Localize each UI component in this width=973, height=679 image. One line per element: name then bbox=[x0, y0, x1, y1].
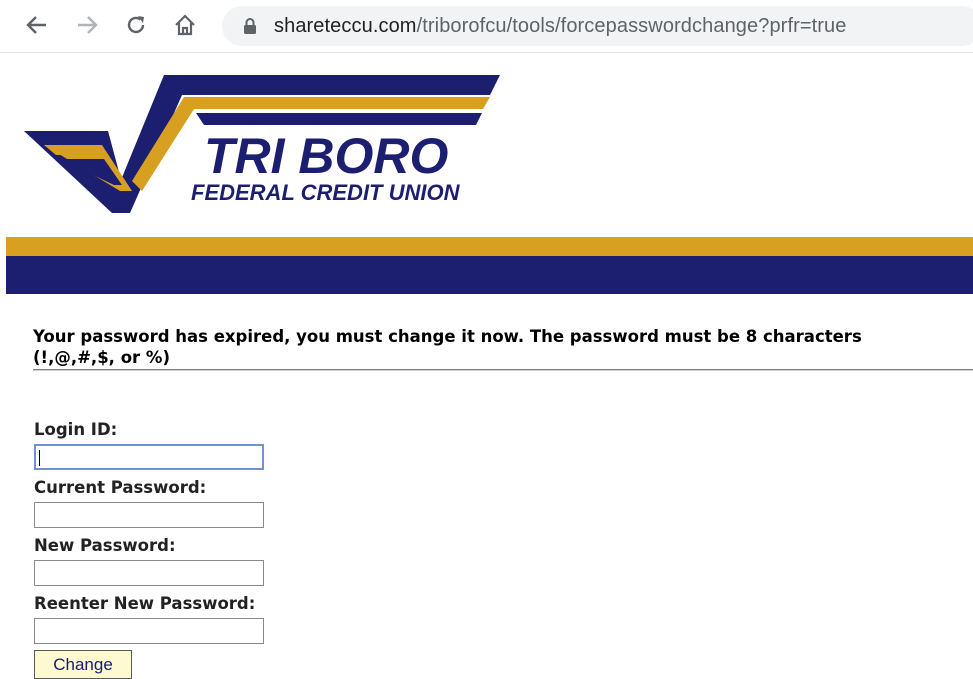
current-password-label: Current Password: bbox=[34, 478, 207, 497]
tri-boro-logo: TRI BORO FEDERAL CREDIT UNION bbox=[24, 75, 500, 213]
logo-name-line2: FEDERAL CREDIT UNION bbox=[191, 180, 461, 205]
back-button[interactable] bbox=[22, 10, 52, 40]
password-change-form: Login ID: Current Password: New Password… bbox=[34, 418, 264, 679]
page-content: TRI BORO FEDERAL CREDIT UNION Your passw… bbox=[0, 53, 973, 679]
reenter-password-label: Reenter New Password: bbox=[34, 594, 256, 613]
login-id-label: Login ID: bbox=[34, 420, 118, 439]
url-text: shareteccu.com/triborofcu/tools/forcepas… bbox=[274, 15, 847, 38]
url-host: shareteccu.com bbox=[274, 15, 417, 37]
new-password-input[interactable] bbox=[34, 560, 264, 586]
lock-icon bbox=[244, 18, 256, 34]
address-bar[interactable]: shareteccu.com/triborofcu/tools/forcepas… bbox=[222, 6, 973, 46]
password-expired-notice: Your password has expired, you must chan… bbox=[33, 326, 973, 368]
current-password-input[interactable] bbox=[34, 502, 264, 528]
header-band-navy bbox=[6, 256, 973, 294]
notice-line-1: Your password has expired, you must chan… bbox=[33, 327, 862, 346]
reload-icon bbox=[127, 16, 145, 34]
notice-line-2: (!,@,#,$, or %) bbox=[33, 348, 170, 367]
divider bbox=[33, 369, 973, 371]
text-caret bbox=[39, 450, 40, 466]
change-button[interactable]: Change bbox=[34, 650, 132, 679]
logo-gold-stripe bbox=[184, 97, 490, 109]
reload-button[interactable] bbox=[121, 10, 151, 40]
login-id-input[interactable] bbox=[34, 444, 264, 470]
logo-navy-stripe-top bbox=[164, 75, 500, 95]
browser-toolbar: shareteccu.com/triborofcu/tools/forcepas… bbox=[0, 0, 973, 53]
logo-name-line1: TRI BORO bbox=[204, 128, 449, 184]
forward-button[interactable] bbox=[72, 10, 102, 40]
forward-arrow-icon bbox=[78, 16, 98, 34]
home-icon bbox=[175, 14, 195, 36]
logo-navy-stripe-mid bbox=[196, 113, 482, 125]
back-arrow-icon bbox=[26, 16, 46, 34]
url-path: /triborofcu/tools/forcepasswordchange?pr… bbox=[416, 15, 847, 37]
new-password-label: New Password: bbox=[34, 536, 176, 555]
reenter-password-input[interactable] bbox=[34, 618, 264, 644]
home-button[interactable] bbox=[170, 10, 200, 40]
header-band-gold bbox=[6, 237, 973, 256]
